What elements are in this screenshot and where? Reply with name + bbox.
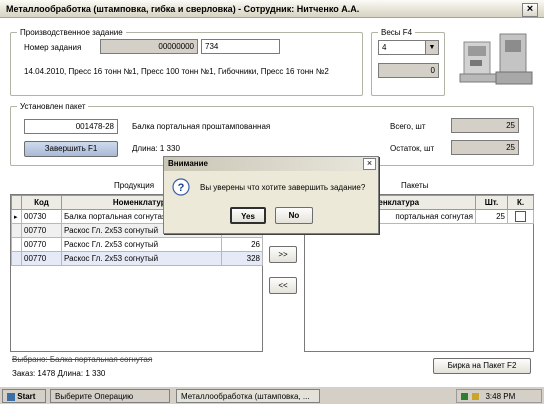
packets-header-qty[interactable]: Шт. xyxy=(475,195,508,210)
system-tray: 3:48 PM xyxy=(456,389,542,403)
package-group-label: Установлен пакет xyxy=(20,102,86,111)
product-name: Раскос Гл. 2х53 согнутый xyxy=(61,237,222,252)
no-button[interactable]: No xyxy=(275,207,313,224)
taskbar-item-metalwork[interactable]: Металлообработка (штамповка, ... xyxy=(176,389,320,403)
window-title: Металлообработка (штамповка, гибка и све… xyxy=(6,4,360,14)
total-value: 25 xyxy=(451,118,519,133)
products-header-marker xyxy=(11,195,22,210)
product-name: Раскос Гл. 2х53 согнутый xyxy=(61,251,222,266)
dialog-titlebar: Внимание × xyxy=(164,157,378,171)
total-label: Всего, шт xyxy=(390,122,426,131)
windows-logo-icon xyxy=(7,392,15,401)
move-forward-button[interactable]: >> xyxy=(269,246,297,263)
dialog-close-button[interactable]: × xyxy=(363,158,376,170)
start-label: Start xyxy=(17,392,36,401)
window-titlebar: Металлообработка (штамповка, гибка и све… xyxy=(0,0,544,18)
row-marker-icon: ▸ xyxy=(11,209,22,224)
scales-select-value: 4 xyxy=(382,43,387,52)
scales-group-label: Весы F4 xyxy=(381,28,413,37)
yes-button[interactable]: Yes xyxy=(230,207,266,224)
network-icon[interactable] xyxy=(461,393,468,401)
move-back-button[interactable]: << xyxy=(269,277,297,294)
products-section-label: Продукция xyxy=(114,181,155,190)
product-code: 00770 xyxy=(21,251,62,266)
task-suffix-input[interactable]: 734 xyxy=(201,39,280,54)
window-close-button[interactable]: × xyxy=(522,3,538,17)
confirm-dialog: Внимание × ? Вы уверены что хотите завер… xyxy=(163,156,379,234)
package-name: Балка портальная проштампованная xyxy=(132,122,271,131)
task-number-label: Номер задания xyxy=(24,43,82,52)
product-qty: 328 xyxy=(221,251,263,266)
packets-header-check[interactable]: К. xyxy=(507,195,534,210)
row-marker-icon xyxy=(11,223,22,238)
question-icon: ? xyxy=(172,178,190,196)
chevron-down-icon[interactable]: ▼ xyxy=(425,41,438,54)
table-row[interactable]: 00770 Раскос Гл. 2х53 согнутый 26 xyxy=(11,237,263,252)
dialog-title: Внимание xyxy=(168,159,208,168)
task-description: 14.04.2010, Пресс 16 тонн №1, Пресс 100 … xyxy=(24,67,329,76)
order-info: Заказ: 1478 Длина: 1 330 xyxy=(12,369,106,378)
clock: 3:48 PM xyxy=(485,392,516,401)
table-row[interactable]: 00770 Раскос Гл. 2х53 согнутый 328 xyxy=(11,251,263,266)
task-number-input[interactable]: 00000000 xyxy=(100,39,198,54)
row-marker-icon xyxy=(11,251,22,266)
row-marker-icon xyxy=(11,237,22,252)
selected-item-label: Выбрано: Балка портальная согнутая xyxy=(12,355,153,364)
scales-group: Весы F4 xyxy=(371,28,445,96)
packet-check-cell xyxy=(507,209,534,224)
product-code: 00770 xyxy=(21,237,62,252)
finish-button[interactable]: Завершить F1 xyxy=(24,141,118,157)
svg-text:?: ? xyxy=(178,182,185,194)
taskbar: Start Выберите Операцию Металлообработка… xyxy=(0,386,544,404)
dialog-message: Вы уверены что хотите завершить задание? xyxy=(200,183,366,192)
task-group-label: Производственное задание xyxy=(20,28,123,37)
scales-select[interactable]: 4 ▼ xyxy=(378,40,439,55)
tag-packet-button[interactable]: Бирка на Пакет F2 xyxy=(433,358,531,374)
taskbar-item-operation[interactable]: Выберите Операцию xyxy=(50,389,170,403)
scales-icon xyxy=(459,33,533,85)
packet-qty: 25 xyxy=(475,209,508,224)
product-code: 00770 xyxy=(21,223,62,238)
volume-icon[interactable] xyxy=(472,393,480,401)
remain-value: 25 xyxy=(451,140,519,155)
scales-reading: 0 xyxy=(378,63,439,78)
product-qty: 26 xyxy=(221,237,263,252)
package-length: Длина: 1 330 xyxy=(132,144,180,153)
products-header-code[interactable]: Код xyxy=(21,195,62,210)
start-button[interactable]: Start xyxy=(2,389,46,403)
packet-checkbox[interactable] xyxy=(515,211,526,222)
product-code: 00730 xyxy=(21,209,62,224)
packets-section-label: Пакеты xyxy=(401,181,429,190)
remain-label: Остаток, шт xyxy=(390,144,435,153)
package-code-input[interactable]: 001478-28 xyxy=(24,119,118,134)
